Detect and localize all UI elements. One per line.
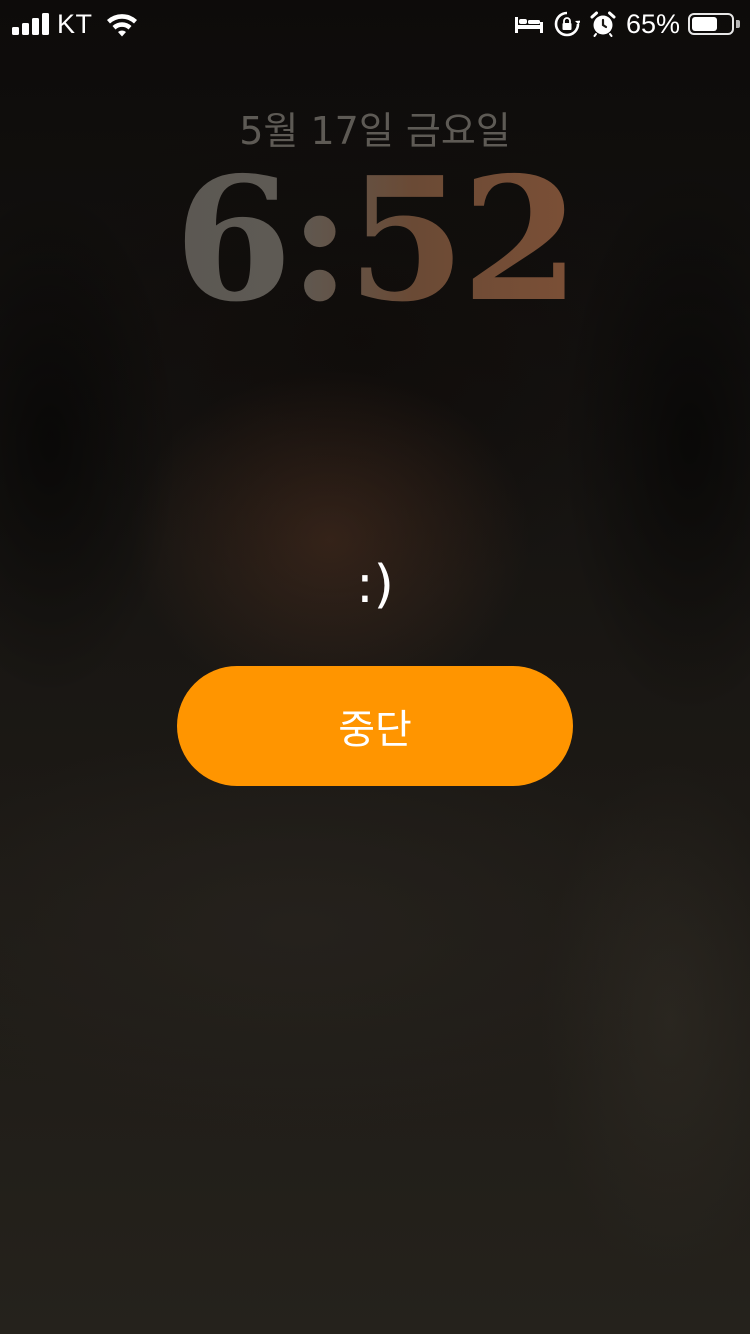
status-right: 65% (514, 8, 740, 40)
stop-button-label: 중단 (338, 707, 412, 753)
stop-alarm-button[interactable]: 중단 (177, 666, 573, 786)
battery-level-fill (692, 17, 717, 31)
wifi-icon (106, 14, 137, 37)
battery-percentage: 65% (625, 8, 680, 39)
wallpaper-highlight (540, 760, 750, 1280)
battery-nub (736, 20, 740, 28)
alarm-clock-icon (590, 11, 616, 37)
lock-screen-time: 6:52 (0, 150, 750, 330)
carrier-name: KT (57, 8, 93, 39)
bed-icon (514, 17, 543, 33)
status-bar: KT 65% (0, 0, 750, 48)
alarm-lock-screen: KT 65% 5월 17일 금요일 6:52:) 중단 (0, 0, 750, 1334)
signal-icon (12, 13, 49, 35)
orientation-lock-icon (554, 11, 580, 37)
alarm-label: :) (356, 555, 394, 615)
status-left: KT (12, 8, 139, 40)
battery-icon (688, 13, 734, 35)
